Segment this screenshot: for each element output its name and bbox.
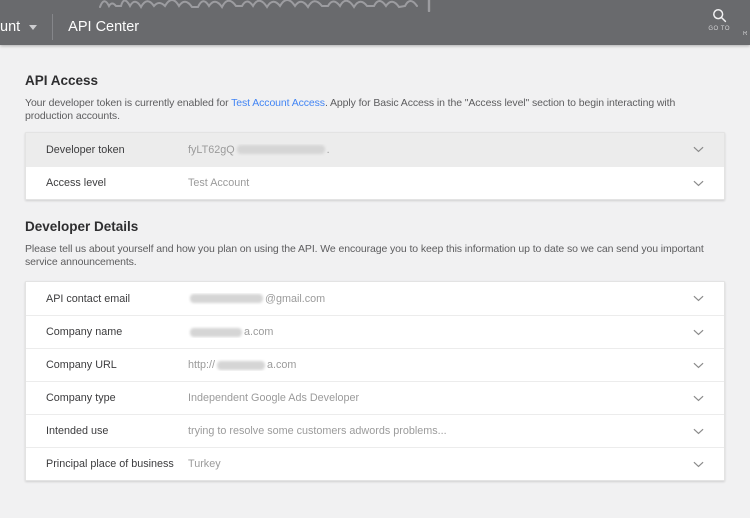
- row-label: API contact email: [46, 292, 131, 305]
- access-level-value: Test Account: [188, 177, 250, 189]
- chevron-down-icon[interactable]: [693, 461, 704, 468]
- row-label: Access level: [46, 177, 107, 189]
- row-label: Company name: [46, 326, 123, 338]
- api-access-description: Your developer token is currently enable…: [25, 97, 707, 123]
- go-to-search-button[interactable]: GO TO: [708, 8, 730, 32]
- clipped-nav-label: R: [743, 31, 748, 37]
- go-to-label: GO TO: [708, 26, 730, 32]
- principal-place-value: Turkey: [188, 458, 221, 470]
- chevron-down-icon[interactable]: [693, 146, 704, 153]
- desc-text: Your developer token is currently enable…: [25, 97, 229, 109]
- api-contact-email-value: @gmail.com: [188, 293, 693, 305]
- intended-use-value: trying to resolve some customers adwords…: [188, 425, 447, 437]
- access-level-row[interactable]: Access level Test Account: [26, 166, 724, 199]
- chevron-down-icon[interactable]: [693, 295, 704, 302]
- intended-use-row[interactable]: Intended use trying to resolve some cust…: [26, 414, 724, 447]
- redacted-company-blur: [190, 327, 242, 337]
- redacted-url-blur: [217, 360, 266, 370]
- company-name-row[interactable]: Company name a.com: [26, 315, 724, 348]
- handwriting-scribble-overlay: [99, 0, 431, 12]
- row-label: Company type: [46, 392, 116, 404]
- chevron-down-icon[interactable]: [693, 180, 704, 187]
- company-type-value: Independent Google Ads Developer: [188, 392, 360, 404]
- api-access-heading: API Access: [25, 73, 99, 88]
- redacted-token-blur: [236, 145, 325, 154]
- company-name-value: a.com: [188, 326, 693, 338]
- api-center-page: API Access Your developer token is curre…: [0, 73, 750, 481]
- row-label: Developer token: [46, 143, 125, 156]
- chevron-down-icon[interactable]: [693, 329, 704, 336]
- chevron-down-icon[interactable]: [693, 362, 704, 369]
- developer-details-description: Please tell us about yourself and how yo…: [25, 243, 704, 268]
- api-access-table: Developer token fyLT62gQ. Access level T…: [25, 132, 725, 200]
- company-url-row[interactable]: Company URL http://a.com: [26, 348, 724, 381]
- caret-down-icon: [29, 25, 38, 30]
- redacted-email-blur: [190, 294, 263, 303]
- api-contact-email-row[interactable]: API contact email @gmail.com: [26, 282, 724, 315]
- principal-place-of-business-row[interactable]: Principal place of business Turkey: [26, 447, 724, 480]
- chevron-down-icon[interactable]: [693, 428, 704, 435]
- test-account-access-link[interactable]: Test Account Access: [231, 97, 325, 109]
- chevron-down-icon[interactable]: [693, 395, 704, 402]
- row-label: Company URL: [46, 359, 117, 371]
- company-url-value: http://a.com: [188, 359, 297, 371]
- row-label: Principal place of business: [46, 458, 174, 470]
- row-label: Intended use: [46, 425, 109, 437]
- account-name-fragment: unt: [0, 18, 21, 35]
- account-selector-dropdown[interactable]: unt: [0, 0, 38, 45]
- developer-token-row[interactable]: Developer token fyLT62gQ.: [26, 133, 724, 166]
- developer-details-heading: Developer Details: [25, 219, 139, 234]
- search-icon: [712, 9, 726, 23]
- app-bar: unt API Center GO TO R: [0, 0, 750, 45]
- company-type-row[interactable]: Company type Independent Google Ads Deve…: [26, 381, 724, 414]
- developer-token-value: fyLT62gQ.: [188, 143, 330, 156]
- developer-details-table: API contact email @gmail.com Company nam…: [25, 281, 725, 481]
- appbar-divider: [52, 13, 54, 40]
- page-title: API Center: [68, 18, 140, 35]
